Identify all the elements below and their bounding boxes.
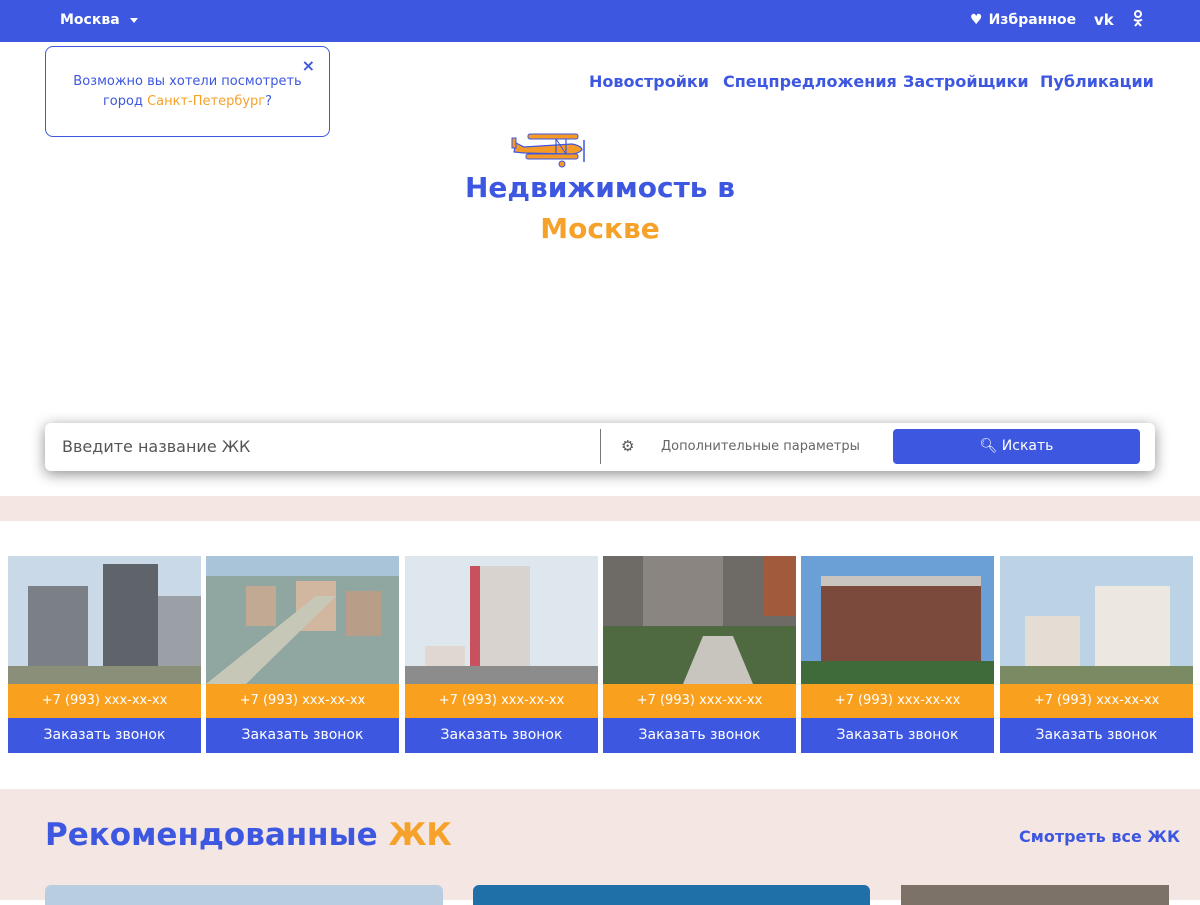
- property-photo[interactable]: [206, 556, 399, 684]
- popup-text-line1: Возможно вы хотели посмотреть: [73, 74, 302, 89]
- biplane-logo-icon[interactable]: [510, 132, 588, 168]
- recommended-section: Рекомендованные ЖК Смотреть все ЖК: [0, 789, 1200, 905]
- close-icon[interactable]: ×: [302, 56, 315, 76]
- see-all-link[interactable]: Смотреть все ЖК: [1019, 827, 1180, 846]
- nav-special-offers[interactable]: Спецпредложения: [723, 72, 897, 91]
- phone-number[interactable]: +7 (993) xxx-xx-xx: [8, 684, 201, 718]
- phone-number[interactable]: +7 (993) xxx-xx-xx: [405, 684, 598, 718]
- city-label[interactable]: Москва: [60, 12, 120, 28]
- property-card[interactable]: +7 (993) xxx-xx-xx Заказать звонок: [405, 556, 598, 753]
- hero-title-line2: Москве: [540, 212, 660, 245]
- section-divider-band: [0, 496, 1200, 521]
- gear-icon[interactable]: ⚙: [621, 437, 634, 455]
- popup-text-line2: город Санкт-Петербург?: [46, 92, 329, 112]
- search-bar: Введите название ЖК ⚙ Дополнительные пар…: [45, 423, 1155, 471]
- phone-number[interactable]: +7 (993) xxx-xx-xx: [603, 684, 796, 718]
- property-photo[interactable]: [1000, 556, 1193, 684]
- property-card[interactable]: +7 (993) xxx-xx-xx Заказать звонок: [801, 556, 994, 753]
- recommended-card[interactable]: [45, 885, 443, 905]
- favorites-link[interactable]: ♥ Избранное: [970, 12, 1076, 28]
- search-button-label[interactable]: Искать: [1002, 438, 1054, 454]
- nav-new-buildings[interactable]: Новостройки: [589, 72, 709, 91]
- recommended-card[interactable]: [901, 885, 1169, 905]
- top-bar: Москва ♥ Избранное vk: [0, 0, 1200, 42]
- order-call-button[interactable]: Заказать звонок: [405, 718, 598, 753]
- popup-prefix: город: [102, 94, 148, 109]
- nav-publications[interactable]: Публикации: [1040, 72, 1154, 91]
- property-photo[interactable]: [405, 556, 598, 684]
- order-call-button[interactable]: Заказать звонок: [206, 718, 399, 753]
- property-photo[interactable]: [801, 556, 994, 684]
- popup-city-link[interactable]: Санкт-Петербург: [147, 94, 265, 109]
- caret-down-icon[interactable]: [129, 17, 138, 23]
- order-call-button[interactable]: Заказать звонок: [1000, 718, 1193, 753]
- search-button[interactable]: 🔍︎ Искать: [893, 429, 1140, 464]
- recommended-title-main: Рекомендованные: [45, 817, 378, 853]
- city-selector[interactable]: Москва: [60, 12, 138, 28]
- favorites-label[interactable]: Избранное: [989, 12, 1077, 28]
- phone-number[interactable]: +7 (993) xxx-xx-xx: [1000, 684, 1193, 718]
- recommended-title: Рекомендованные ЖК: [45, 817, 452, 853]
- property-card[interactable]: +7 (993) xxx-xx-xx Заказать звонок: [1000, 556, 1193, 753]
- order-call-button[interactable]: Заказать звонок: [603, 718, 796, 753]
- property-card[interactable]: +7 (993) xxx-xx-xx Заказать звонок: [8, 556, 201, 753]
- phone-number[interactable]: +7 (993) xxx-xx-xx: [206, 684, 399, 718]
- popup-suffix: ?: [265, 94, 273, 109]
- nav-developers[interactable]: Застройщики: [903, 72, 1029, 91]
- order-call-button[interactable]: Заказать звонок: [8, 718, 201, 753]
- additional-params-button[interactable]: Дополнительные параметры: [661, 439, 860, 454]
- property-card[interactable]: +7 (993) xxx-xx-xx Заказать звонок: [603, 556, 796, 753]
- magnifier-icon[interactable]: 🔍︎: [980, 438, 998, 454]
- order-call-button[interactable]: Заказать звонок: [801, 718, 994, 753]
- heart-icon[interactable]: ♥: [970, 12, 983, 28]
- property-photo[interactable]: [603, 556, 796, 684]
- search-input[interactable]: Введите название ЖК: [62, 437, 250, 456]
- recommended-title-accent: ЖК: [388, 817, 452, 853]
- search-divider: [600, 429, 601, 464]
- phone-number[interactable]: +7 (993) xxx-xx-xx: [801, 684, 994, 718]
- city-suggestion-popup: × Возможно вы хотели посмотреть город Са…: [45, 46, 330, 137]
- recommended-card[interactable]: [473, 885, 870, 905]
- hero-title-line1: Недвижимость в: [465, 171, 735, 204]
- odnoklassniki-icon[interactable]: [1132, 10, 1144, 31]
- vk-icon[interactable]: vk: [1094, 11, 1114, 29]
- property-card[interactable]: +7 (993) xxx-xx-xx Заказать звонок: [206, 556, 399, 753]
- property-photo[interactable]: [8, 556, 201, 684]
